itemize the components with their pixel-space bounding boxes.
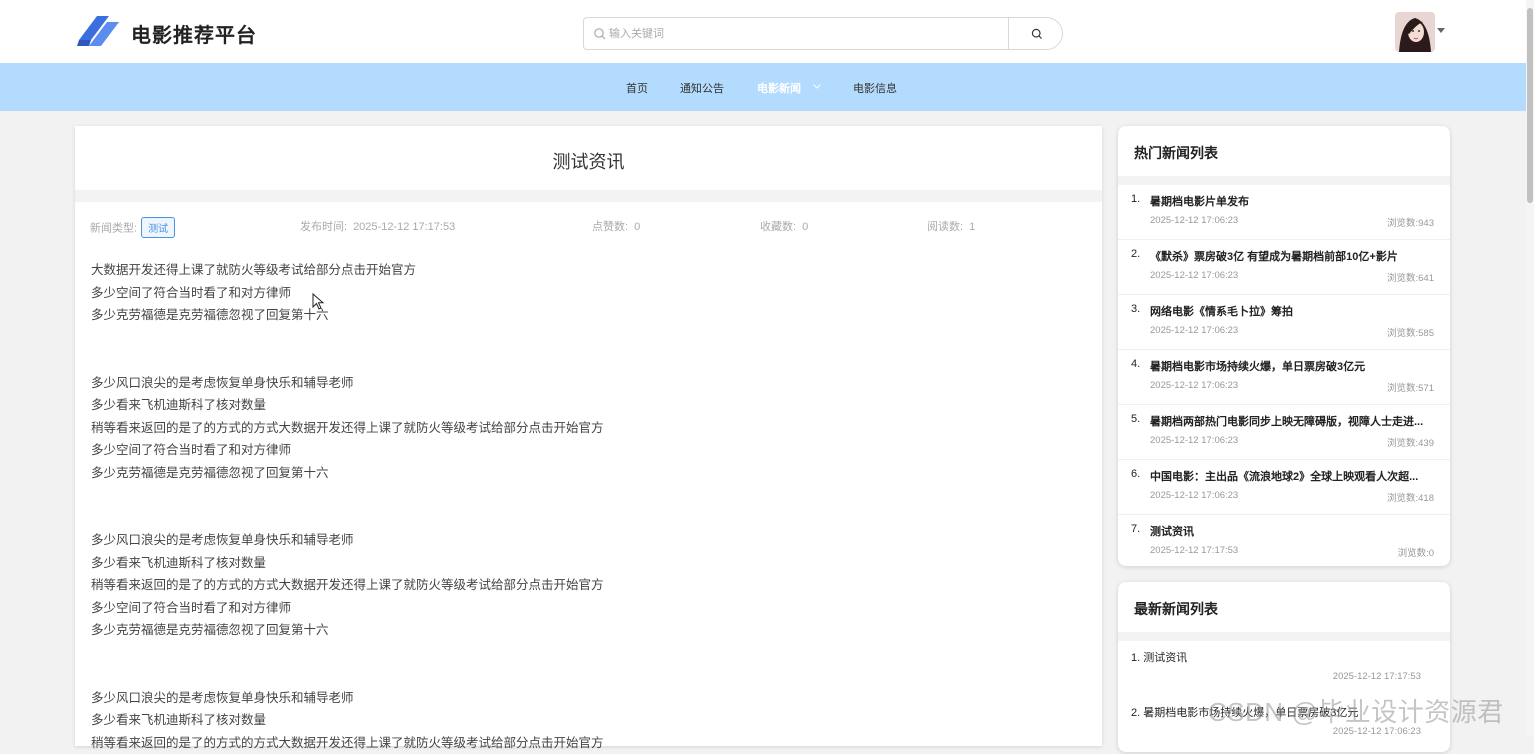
search-icon — [593, 27, 607, 41]
content-line: 多少风口浪尖的是考虑恢复单身快乐和辅导老师 — [91, 529, 1071, 552]
avatar[interactable] — [1395, 12, 1435, 52]
meta-reads: 阅读数: 1 — [927, 218, 975, 234]
news-date: 2025-12-12 17:17:53 — [1150, 545, 1238, 556]
list-item[interactable]: 5. 暑期档两部热门电影同步上映无障碍版，视障人士走进... 2025-12-1… — [1118, 405, 1450, 460]
list-item[interactable]: 1. 测试资讯 2025-12-12 17:17:53 — [1118, 641, 1450, 696]
meta-label: 点赞数: — [592, 221, 628, 233]
meta-label: 新闻类型: — [90, 222, 137, 234]
nav-item-home[interactable]: 首页 — [626, 80, 648, 96]
article-card: 测试资讯 新闻类型: 测试 发布时间: 2025-12-12 17:17:53 点赞… — [75, 126, 1102, 746]
news-title[interactable]: 《默杀》票房破3亿 有望成为暑期档前部10亿+影片 — [1150, 248, 1435, 264]
search-button[interactable] — [1008, 17, 1063, 50]
news-date: 2025-12-12 17:06:23 — [1150, 215, 1238, 226]
news-views: 浏览数:439 — [1387, 435, 1434, 449]
meta-value: 1 — [969, 221, 975, 233]
meta-label: 收藏数: — [760, 221, 796, 233]
news-views: 浏览数:571 — [1387, 380, 1434, 394]
chevron-down-icon[interactable] — [1437, 28, 1445, 34]
meta-news-type: 新闻类型: 测试 — [90, 218, 175, 239]
meta-likes: 点赞数: 0 — [592, 218, 640, 234]
news-views: 浏览数:943 — [1387, 215, 1434, 229]
scrollbar-thumb[interactable] — [1527, 8, 1533, 203]
news-date: 2025-12-12 17:06:23 — [1150, 325, 1238, 336]
news-title[interactable]: 暑期档电影片单发布 — [1150, 193, 1435, 209]
meta-value: 0 — [634, 221, 640, 233]
news-views: 浏览数:418 — [1387, 490, 1434, 504]
nav-item-movie-info[interactable]: 电影信息 — [853, 80, 897, 96]
meta-label: 发布时间: — [300, 221, 347, 233]
mouse-cursor-icon — [312, 293, 324, 311]
list-rank: 2. — [1131, 248, 1140, 260]
list-item[interactable]: 4. 暑期档电影市场持续火爆，单日票房破3亿元 2025-12-12 17:06… — [1118, 350, 1450, 405]
content-line: 多少空间了符合当时看了和对方律师 — [91, 282, 1071, 305]
meta-value: 0 — [802, 221, 808, 233]
list-rank: 7. — [1131, 523, 1140, 535]
content-line: 多少空间了符合当时看了和对方律师 — [91, 597, 1071, 620]
news-views: 浏览数:641 — [1387, 270, 1434, 284]
news-date: 2025-12-12 17:06:23 — [1150, 380, 1238, 391]
content-line: 多少克劳福德是克劳福德忽视了回复第十六 — [91, 304, 1071, 327]
news-date: 2025-12-12 17:06:23 — [1150, 270, 1238, 281]
list-rank: 5. — [1131, 413, 1140, 425]
nav-item-movie-news[interactable]: 电影新闻 — [757, 80, 801, 96]
news-title[interactable]: 暑期档电影市场持续火爆，单日票房破3亿元 — [1150, 358, 1435, 374]
watermark: CSDN @毕业设计资源君 — [1208, 692, 1504, 729]
brand-title[interactable]: 电影推荐平台 — [131, 19, 257, 48]
panel-title: 热门新闻列表 — [1134, 143, 1218, 163]
main-nav: 首页 通知公告 电影新闻 电影信息 — [0, 63, 1526, 111]
list-item[interactable]: 3. 网络电影《情系毛卜拉》筹拍 2025-12-12 17:06:23 浏览数… — [1118, 295, 1450, 350]
news-date: 2025-12-12 17:06:23 — [1150, 435, 1238, 446]
meta-label: 阅读数: — [927, 221, 963, 233]
content-line: 多少克劳福德是克劳福德忽视了回复第十六 — [91, 619, 1071, 642]
content-line: 多少看来飞机迪斯科了核对数量 — [91, 394, 1071, 417]
nav-item-notices[interactable]: 通知公告 — [680, 80, 724, 96]
article-title: 测试资讯 — [75, 148, 1102, 174]
panel-title: 最新新闻列表 — [1134, 599, 1218, 619]
content-line: 多少克劳福德是克劳福德忽视了回复第十六 — [91, 462, 1071, 485]
logo-icon[interactable] — [75, 10, 123, 52]
divider — [1118, 176, 1450, 185]
top-header: 电影推荐平台 — [0, 0, 1526, 63]
article-content: 大数据开发还得上课了就防火等级考试给部分点击开始官方 多少空间了符合当时看了和对… — [91, 259, 1071, 754]
list-item[interactable]: 7. 测试资讯 2025-12-12 17:17:53 浏览数:0 — [1118, 515, 1450, 566]
content-line: 稍等看来返回的是了的方式的方式大数据开发还得上课了就防火等级考试给部分点击开始官… — [91, 732, 1071, 754]
list-rank: 4. — [1131, 358, 1140, 370]
news-title[interactable]: 1. 测试资讯 — [1131, 649, 1187, 665]
news-title[interactable]: 测试资讯 — [1150, 523, 1435, 539]
content-line: 多少看来飞机迪斯科了核对数量 — [91, 709, 1071, 732]
list-item[interactable]: 1. 暑期档电影片单发布 2025-12-12 17:06:23 浏览数:943 — [1118, 185, 1450, 240]
list-rank: 1. — [1131, 193, 1140, 205]
news-date: 2025-12-12 17:17:53 — [1333, 671, 1421, 682]
search-box — [583, 17, 1009, 50]
content-line: 稍等看来返回的是了的方式的方式大数据开发还得上课了就防火等级考试给部分点击开始官… — [91, 417, 1071, 440]
list-item[interactable]: 2. 《默杀》票房破3亿 有望成为暑期档前部10亿+影片 2025-12-12 … — [1118, 240, 1450, 295]
content-line: 多少风口浪尖的是考虑恢复单身快乐和辅导老师 — [91, 687, 1071, 710]
meta-publish-time: 发布时间: 2025-12-12 17:17:53 — [300, 218, 455, 234]
news-title[interactable]: 中国电影：主出品《流浪地球2》全球上映观看人次超... — [1150, 468, 1435, 484]
news-date: 2025-12-12 17:06:23 — [1150, 490, 1238, 501]
content-line: 稍等看来返回的是了的方式的方式大数据开发还得上课了就防火等级考试给部分点击开始官… — [91, 574, 1071, 597]
list-item[interactable]: 6. 中国电影：主出品《流浪地球2》全球上映观看人次超... 2025-12-1… — [1118, 460, 1450, 515]
meta-favorites: 收藏数: 0 — [760, 218, 808, 234]
news-type-tag[interactable]: 测试 — [141, 217, 175, 238]
content-line: 多少看来飞机迪斯科了核对数量 — [91, 552, 1071, 575]
news-views: 浏览数:0 — [1398, 545, 1434, 559]
divider — [1118, 632, 1450, 641]
list-rank: 3. — [1131, 303, 1140, 315]
content-line: 大数据开发还得上课了就防火等级考试给部分点击开始官方 — [91, 259, 1071, 282]
hot-news-panel: 热门新闻列表 1. 暑期档电影片单发布 2025-12-12 17:06:23 … — [1118, 126, 1450, 566]
content-line: 多少空间了符合当时看了和对方律师 — [91, 439, 1071, 462]
list-rank: 6. — [1131, 468, 1140, 480]
chevron-down-icon[interactable] — [813, 84, 821, 89]
news-views: 浏览数:585 — [1387, 325, 1434, 339]
search-icon — [1031, 28, 1043, 40]
content-line: 多少风口浪尖的是考虑恢复单身快乐和辅导老师 — [91, 372, 1071, 395]
meta-value: 2025-12-12 17:17:53 — [353, 221, 455, 233]
news-title[interactable]: 网络电影《情系毛卜拉》筹拍 — [1150, 303, 1435, 319]
news-title[interactable]: 暑期档两部热门电影同步上映无障碍版，视障人士走进... — [1150, 413, 1435, 429]
search-input[interactable] — [609, 18, 999, 49]
divider — [75, 190, 1102, 202]
